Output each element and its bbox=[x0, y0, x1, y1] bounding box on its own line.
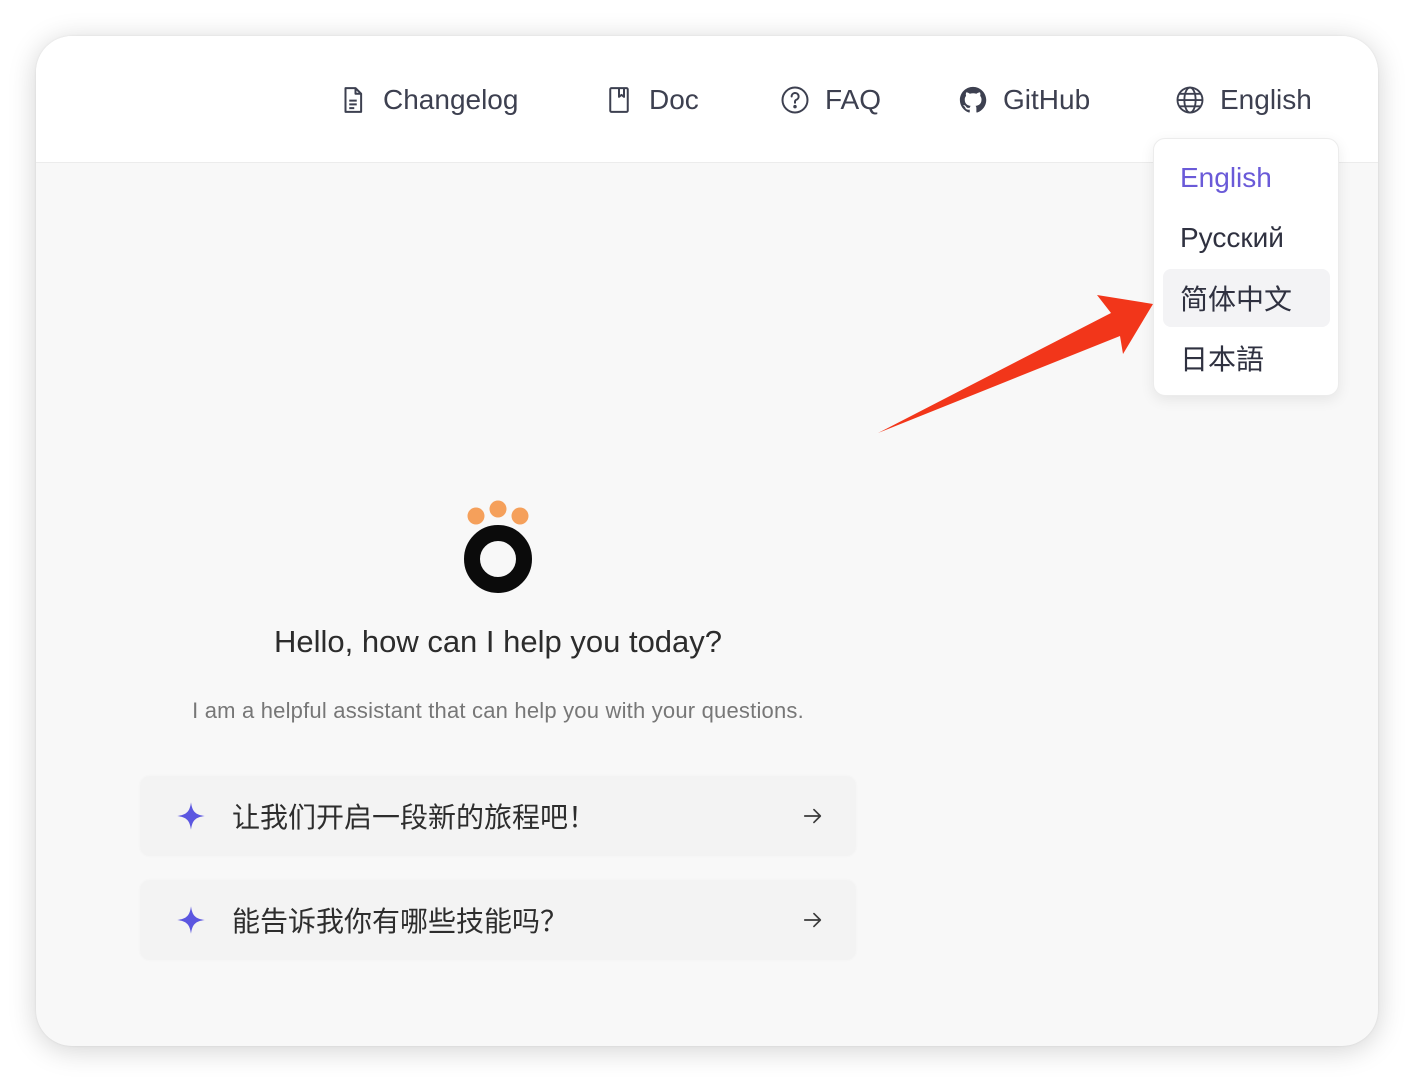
nav-github[interactable]: GitHub bbox=[958, 76, 1090, 124]
nav-changelog[interactable]: Changelog bbox=[338, 76, 518, 124]
language-selector-label: English bbox=[1220, 84, 1312, 115]
welcome-title: Hello, how can I help you today? bbox=[273, 624, 723, 659]
nav-github-label: GitHub bbox=[1003, 84, 1091, 115]
language-option-russian[interactable]: Русский bbox=[1163, 209, 1330, 267]
nav-doc[interactable]: Doc bbox=[604, 76, 699, 124]
language-option-english[interactable]: English bbox=[1163, 149, 1330, 207]
sparkle-icon bbox=[177, 906, 205, 934]
suggestion-card[interactable]: 让我们开启一段新的旅程吧！ bbox=[140, 776, 856, 856]
app-logo bbox=[464, 500, 532, 593]
nav-faq-label: FAQ bbox=[825, 84, 882, 115]
suggestion-card[interactable]: 能告诉我你有哪些技能吗？ bbox=[140, 880, 856, 960]
language-option-japanese[interactable]: 日本語 bbox=[1163, 329, 1330, 387]
question-circle-icon bbox=[780, 85, 810, 115]
document-icon bbox=[338, 85, 368, 115]
nav-faq[interactable]: FAQ bbox=[780, 76, 881, 124]
suggestion-text: 能告诉我你有哪些技能吗？ bbox=[232, 906, 569, 937]
nav-doc-label: Doc bbox=[649, 84, 699, 115]
sparkle-icon bbox=[177, 802, 205, 830]
language-dropdown: English Русский 简体中文 日本語 bbox=[1153, 138, 1339, 396]
globe-icon bbox=[1175, 85, 1205, 115]
suggestion-text: 让我们开启一段新的旅程吧！ bbox=[232, 802, 597, 833]
arrow-right-icon bbox=[803, 808, 822, 824]
language-selector[interactable]: English bbox=[1175, 76, 1312, 124]
book-icon bbox=[604, 85, 634, 115]
arrow-right-icon bbox=[803, 912, 822, 928]
github-icon bbox=[958, 85, 988, 115]
language-option-simplified-chinese[interactable]: 简体中文 bbox=[1163, 269, 1330, 327]
app-window: Changelog Doc FAQ GitHub English English… bbox=[36, 36, 1378, 1046]
nav-changelog-label: Changelog bbox=[383, 84, 519, 115]
welcome-subtitle: I am a helpful assistant that can help y… bbox=[192, 698, 804, 723]
